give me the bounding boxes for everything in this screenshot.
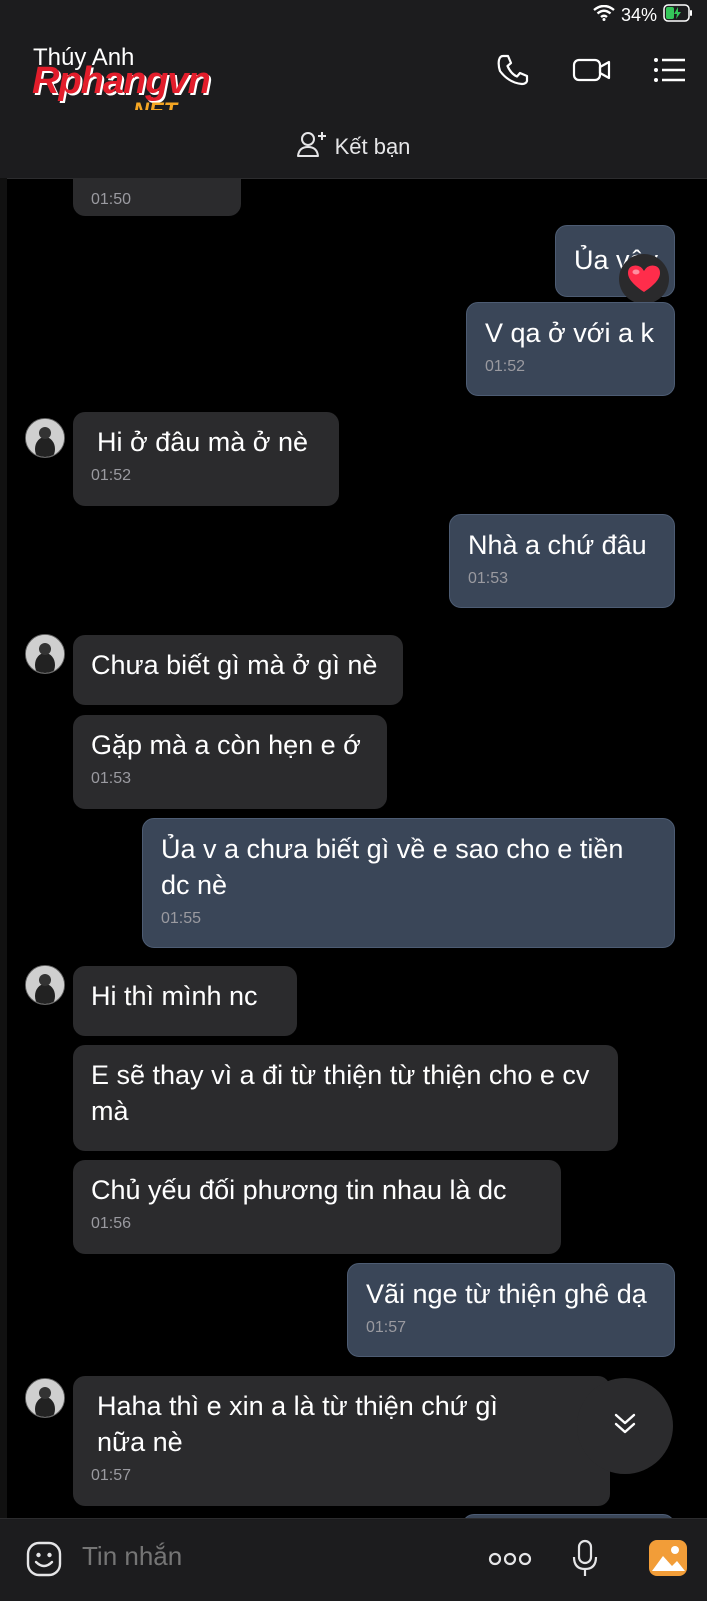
message-text: V qa ở với a k xyxy=(485,318,654,348)
message-text: Vãi nge từ thiện ghê dạ xyxy=(366,1279,647,1309)
video-icon[interactable] xyxy=(572,52,612,93)
wifi-icon xyxy=(593,4,615,26)
message-text: Hi thì mình nc xyxy=(91,981,258,1011)
avatar[interactable] xyxy=(25,418,65,458)
add-friend-label: Kết bạn xyxy=(334,134,411,159)
chevron-down-icon xyxy=(612,1411,638,1442)
message-bubble-in[interactable]: Chủ yếu đối phương tin nhau là dc 01:56 xyxy=(73,1160,561,1254)
watermark-main: Rphangvn xyxy=(32,60,211,102)
message-bubble-out[interactable]: Vãi nge từ thiện ghê dạ 01:57 xyxy=(347,1263,675,1357)
message-text: E sẽ thay vì a đi từ thiện từ thiện cho … xyxy=(91,1060,590,1126)
message-bubble-in[interactable]: Hi thì mình nc xyxy=(73,966,297,1036)
message-time: 01:53 xyxy=(91,770,132,787)
message-time: 01:57 xyxy=(366,1319,407,1336)
heart-icon[interactable] xyxy=(619,254,669,304)
avatar[interactable] xyxy=(25,965,65,1005)
status-right: 34% xyxy=(593,4,693,27)
sticker-icon[interactable] xyxy=(26,1541,62,1582)
message-bubble-in[interactable]: Chưa biết gì mà ở gì nè xyxy=(73,635,403,705)
message-bubble-in[interactable]: E sẽ thay vì a đi từ thiện từ thiện cho … xyxy=(73,1045,618,1151)
watermark-logo: Rphangvn .NET xyxy=(32,60,211,123)
message-input[interactable] xyxy=(82,1541,462,1572)
message-text: Chưa biết gì mà ở gì nè xyxy=(91,650,378,680)
message-text: Nhà a chứ đâu xyxy=(468,530,647,560)
message-time: 01:53 xyxy=(468,570,509,587)
message-time: 01:52 xyxy=(485,358,526,375)
scroll-down-button[interactable] xyxy=(577,1378,673,1474)
more-icon[interactable] xyxy=(488,1551,532,1572)
chat-area[interactable]: 01:50 Ủa vậy V qa ở với a k 01:52 Hi ở đ… xyxy=(7,178,707,1518)
phone-icon[interactable] xyxy=(495,52,531,93)
add-friend-button[interactable]: Kết bạn xyxy=(0,130,707,164)
message-time: 01:56 xyxy=(91,1215,132,1232)
message-text: Gặp mà a còn hẹn e ớ xyxy=(91,730,361,760)
message-text: Hi ở đâu mà ở nè xyxy=(97,427,309,457)
add-friend-icon xyxy=(296,130,327,164)
message-time: 01:52 xyxy=(91,467,132,484)
gallery-icon[interactable] xyxy=(648,1539,688,1582)
avatar[interactable] xyxy=(25,634,65,674)
friend-bar: Kết bạn xyxy=(0,110,707,179)
battery-percent: 34% xyxy=(620,5,657,25)
message-bubble-in[interactable]: Gặp mà a còn hẹn e ớ 01:53 xyxy=(73,715,387,809)
avatar[interactable] xyxy=(25,1378,65,1418)
mic-icon[interactable] xyxy=(570,1539,600,1584)
message-time: 01:55 xyxy=(161,910,202,927)
battery-icon xyxy=(663,4,693,27)
left-edge xyxy=(0,178,7,1518)
menu-icon[interactable] xyxy=(652,52,688,93)
chat-header: Thúy Anh Rphangvn .NET xyxy=(0,32,707,123)
message-time: 01:57 xyxy=(91,1467,132,1484)
message-bubble-out[interactable]: V qa ở với a k 01:52 xyxy=(466,302,675,396)
message-bubble-in[interactable]: Haha thì e xin a là từ thiện chứ gì nữa … xyxy=(73,1376,610,1506)
composer-bar xyxy=(0,1518,707,1601)
message-bubble-out[interactable]: Nhà a chứ đâu 01:53 xyxy=(449,514,675,608)
message-text: Haha thì e xin a là từ thiện chứ gì nữa … xyxy=(97,1391,498,1457)
message-text: Ủa v a chưa biết gì về e sao cho e tiền … xyxy=(161,834,624,900)
message-text: Chủ yếu đối phương tin nhau là dc xyxy=(91,1175,507,1205)
status-bar: 34% xyxy=(0,0,707,32)
message-bubble-out[interactable]: Ủa v a chưa biết gì về e sao cho e tiền … xyxy=(142,818,675,948)
message-bubble-in[interactable]: 01:50 xyxy=(73,178,241,216)
message-time: 01:50 xyxy=(91,191,132,208)
message-bubble-in[interactable]: Hi ở đâu mà ở nè 01:52 xyxy=(73,412,339,506)
